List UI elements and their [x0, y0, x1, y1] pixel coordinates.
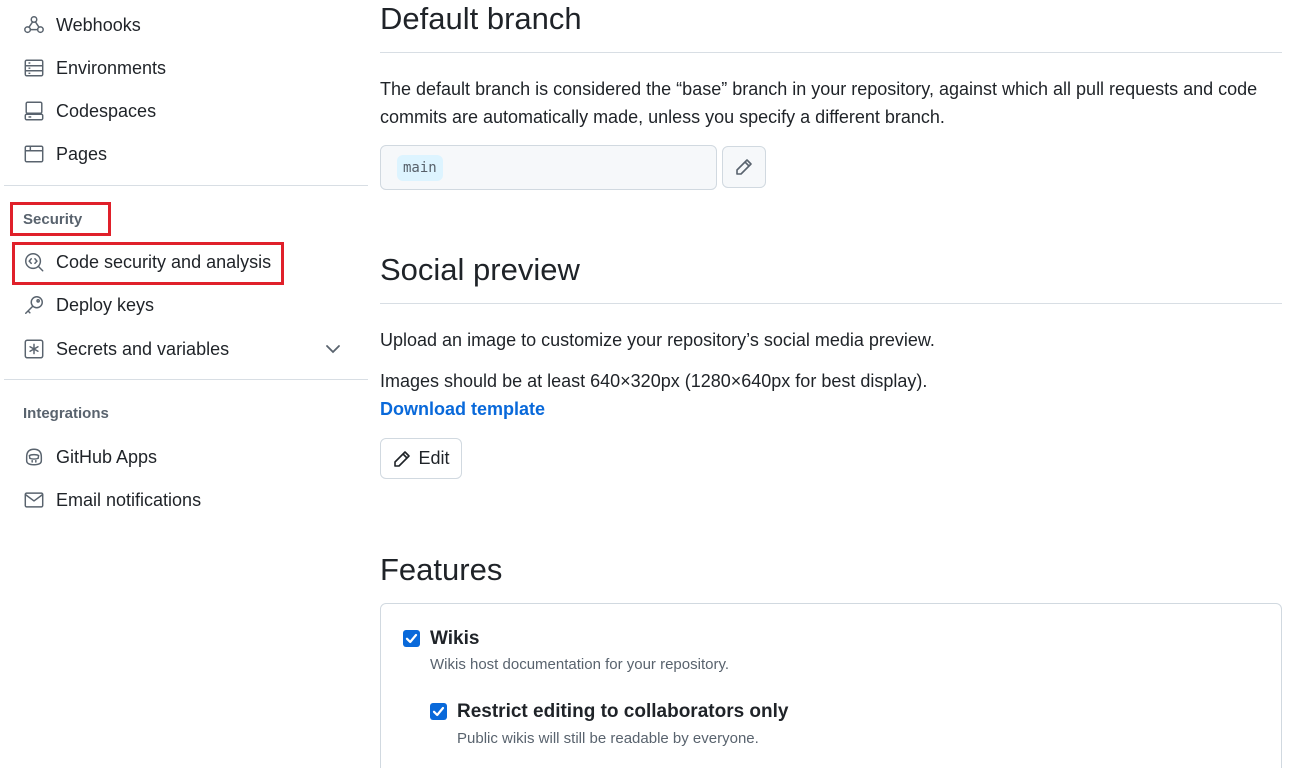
- sidebar-item-webhooks[interactable]: Webhooks: [14, 7, 364, 43]
- wikis-label: Wikis: [430, 628, 480, 649]
- checkmark-icon: [405, 633, 418, 644]
- integrations-heading: Integrations: [23, 405, 109, 422]
- wikis-checkbox[interactable]: [403, 630, 420, 647]
- mail-icon: [22, 488, 46, 512]
- social-preview-size-note: Images should be at least 640×320px (128…: [380, 371, 928, 391]
- sidebar-item-label: Deploy keys: [56, 294, 155, 315]
- settings-main: Default branch The default branch is con…: [380, 0, 1282, 768]
- copilot-icon: [22, 445, 46, 469]
- browser-icon: [22, 142, 46, 166]
- sidebar-item-label: Webhooks: [56, 14, 141, 35]
- edit-social-preview-button[interactable]: Edit: [380, 438, 462, 479]
- sidebar-divider: [4, 379, 368, 380]
- sidebar-item-github-apps[interactable]: GitHub Apps: [14, 439, 364, 475]
- restrict-editing-label: Restrict editing to collaborators only: [457, 701, 789, 722]
- sidebar-item-secrets[interactable]: Secrets and variables: [14, 331, 364, 367]
- sidebar-divider: [4, 185, 368, 186]
- webhook-icon: [22, 13, 46, 37]
- section-divider: [380, 303, 1282, 304]
- sidebar-item-label: Email notifications: [56, 489, 202, 510]
- sidebar-item-email-notifications[interactable]: Email notifications: [14, 482, 364, 518]
- branch-name-badge: main: [397, 155, 443, 181]
- server-icon: [22, 56, 46, 80]
- codespaces-icon: [22, 99, 46, 123]
- settings-sidebar: Webhooks Environments Codespaces Pages S…: [0, 0, 370, 768]
- sidebar-item-environments[interactable]: Environments: [14, 50, 364, 86]
- asterisk-icon: [22, 337, 46, 361]
- social-preview-description: Upload an image to customize your reposi…: [380, 330, 935, 350]
- sidebar-item-label: Secrets and variables: [56, 338, 230, 359]
- checkmark-icon: [432, 706, 445, 717]
- chevron-down-icon[interactable]: [324, 340, 342, 358]
- default-branch-field: main: [380, 145, 717, 190]
- sidebar-item-codespaces[interactable]: Codespaces: [14, 93, 364, 129]
- social-preview-title: Social preview: [380, 252, 580, 287]
- wikis-description: Wikis host documentation for your reposi…: [430, 656, 730, 673]
- sidebar-item-label: Pages: [56, 143, 108, 164]
- features-title: Features: [380, 552, 503, 587]
- restrict-editing-checkbox[interactable]: [430, 703, 447, 720]
- default-branch-description: The default branch is considered the “ba…: [380, 79, 1258, 127]
- security-heading-highlight: [10, 202, 111, 236]
- sidebar-item-pages[interactable]: Pages: [14, 136, 364, 172]
- key-icon: [22, 293, 46, 317]
- sidebar-item-deploy-keys[interactable]: Deploy keys: [14, 287, 364, 323]
- code-security-highlight: [12, 242, 284, 285]
- section-divider: [380, 52, 1282, 53]
- sidebar-item-label: GitHub Apps: [56, 446, 158, 467]
- download-template-link[interactable]: Download template: [380, 399, 545, 420]
- default-branch-title: Default branch: [380, 1, 582, 36]
- edit-button-label: Edit: [418, 448, 450, 468]
- sidebar-item-label: Codespaces: [56, 100, 157, 121]
- restrict-editing-description: Public wikis will still be readable by e…: [457, 730, 759, 747]
- sidebar-item-label: Environments: [56, 57, 167, 78]
- rename-branch-button[interactable]: [722, 146, 766, 188]
- pencil-icon: [736, 159, 752, 175]
- features-panel: Wikis Wikis host documentation for your …: [380, 603, 1282, 768]
- pencil-icon: [394, 450, 411, 467]
- settings-page: Webhooks Environments Codespaces Pages S…: [0, 0, 1308, 768]
